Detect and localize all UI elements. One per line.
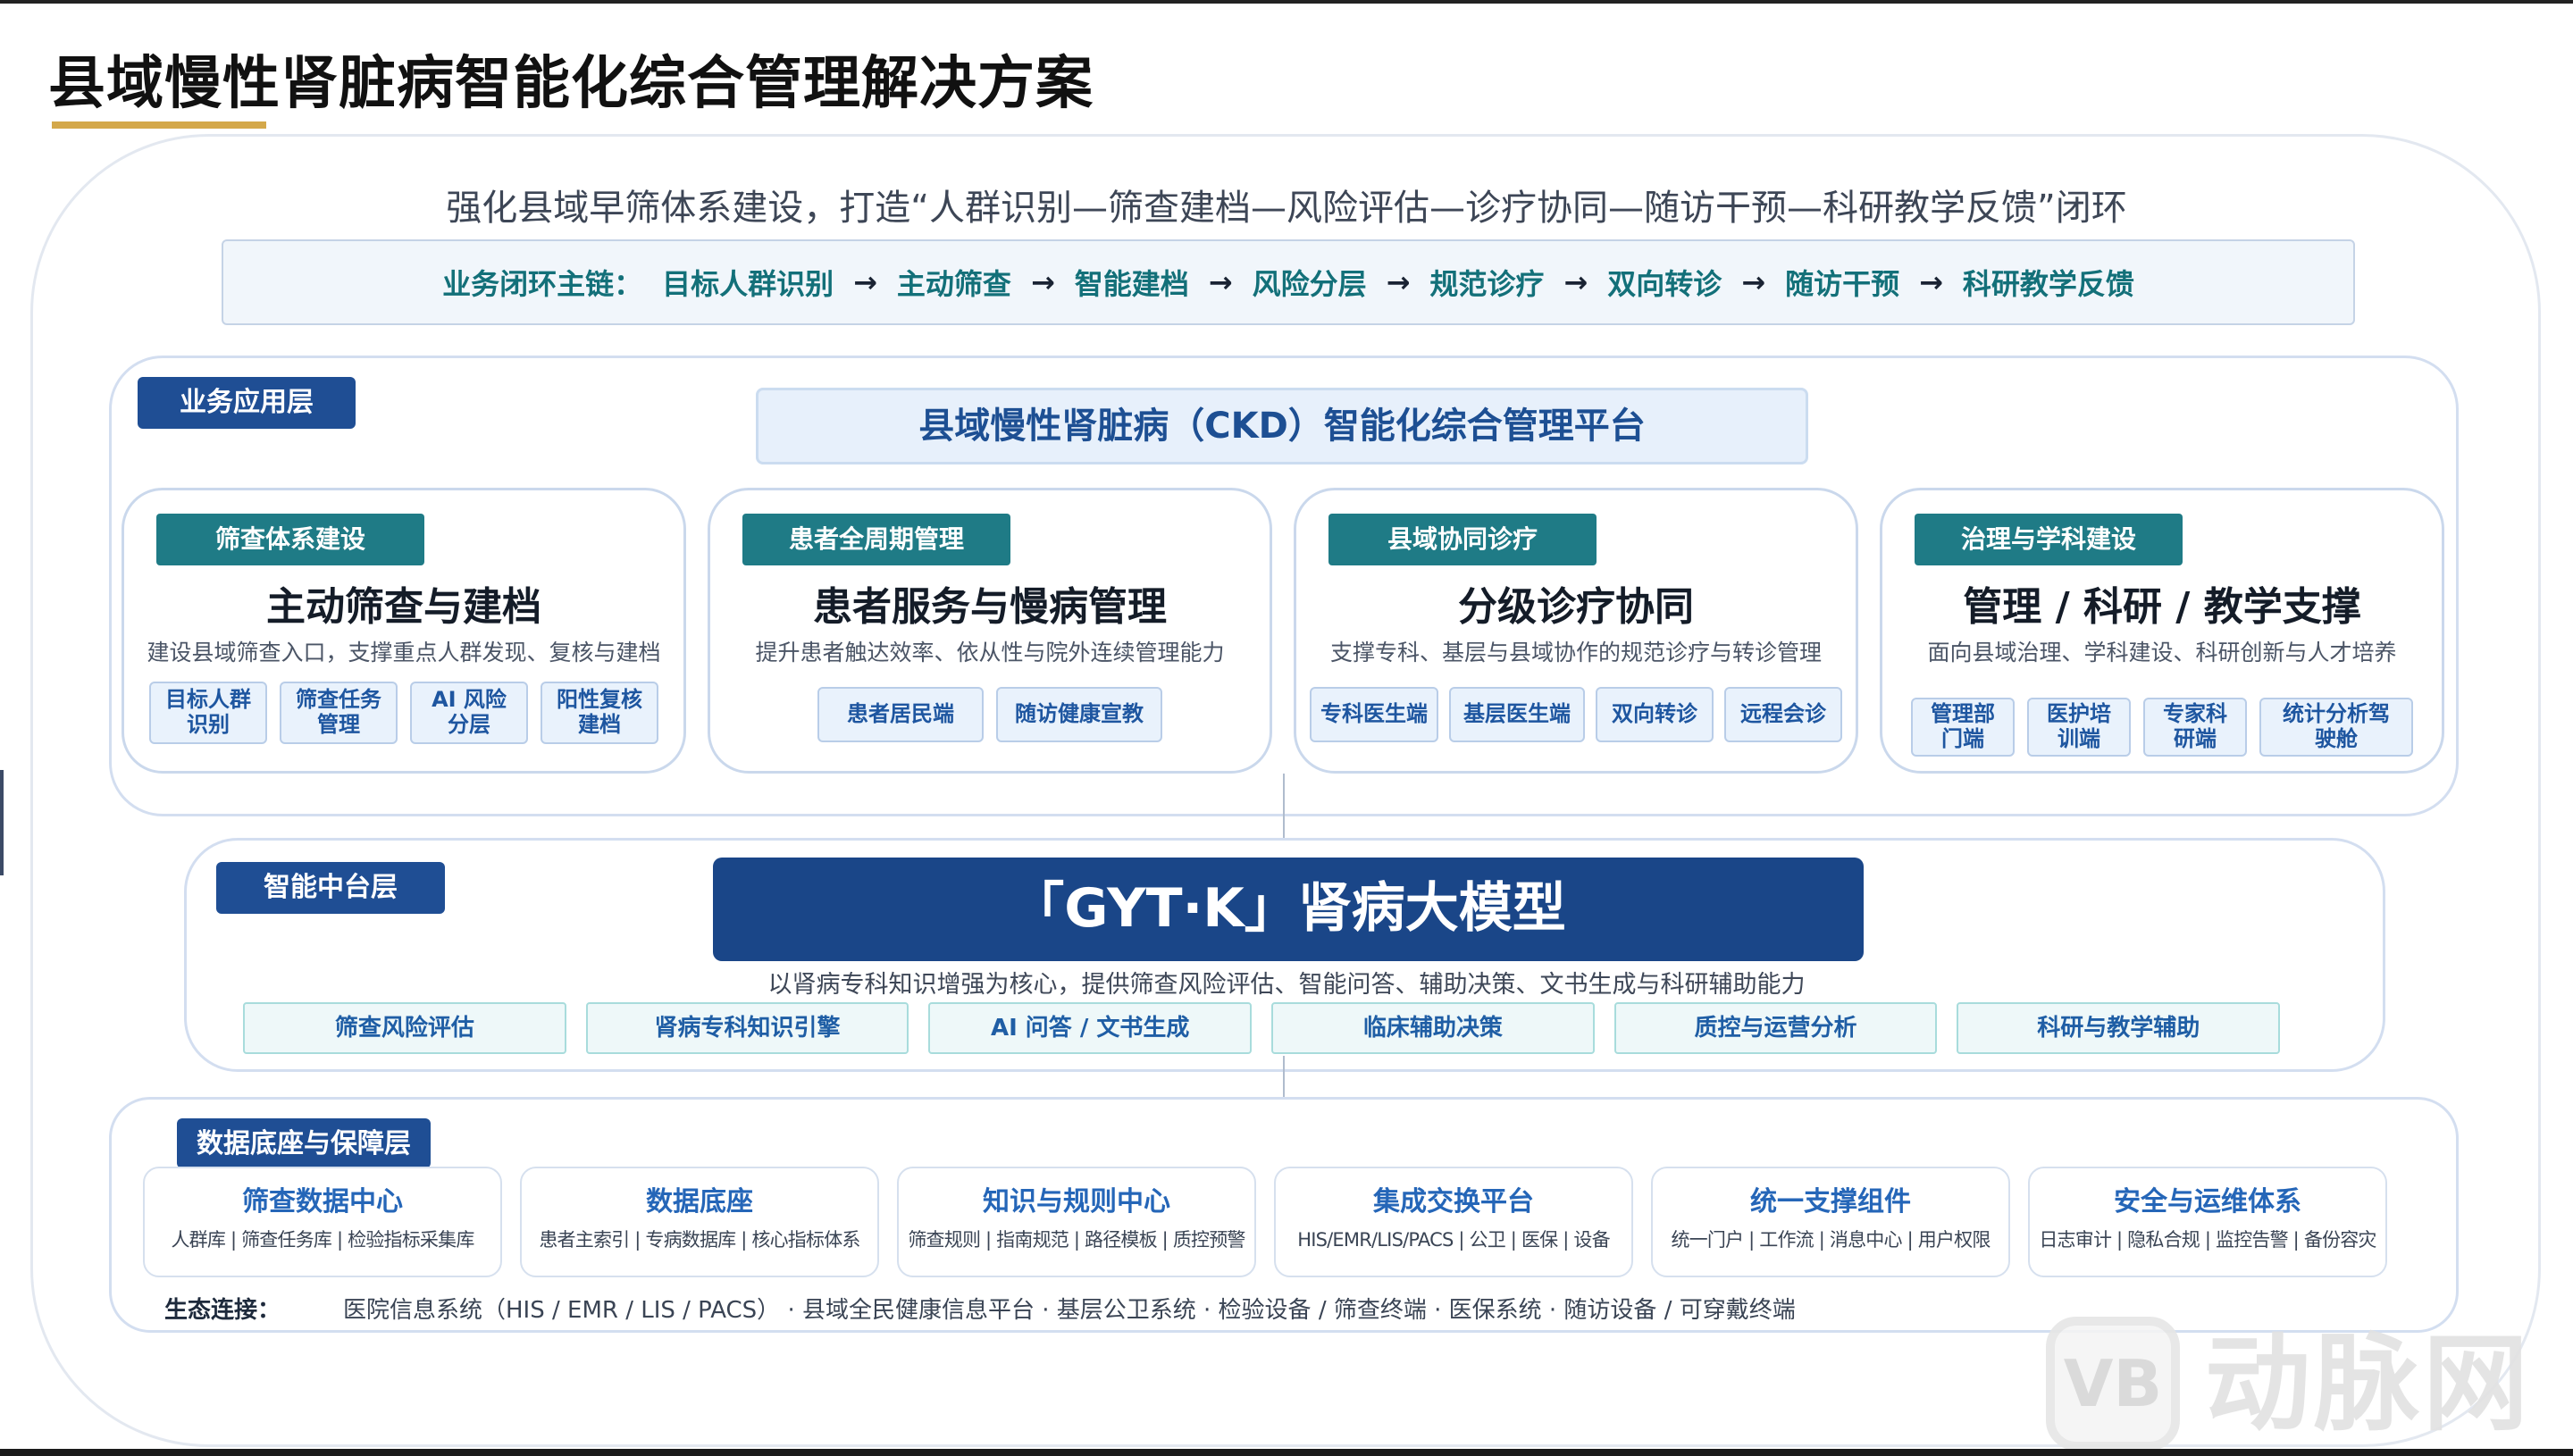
arrow-right-icon: →	[1741, 265, 1766, 299]
card-items: 患者居民端 随访健康宣教	[710, 687, 1270, 742]
card-screening: 筛查体系建设 主动筛查与建档 建设县域筛查入口，支撑重点人群发现、复核与建档 目…	[122, 488, 686, 774]
eco-text: 医院信息系统（HIS / EMR / LIS / PACS） · 县域全民健康信…	[343, 1297, 1796, 1324]
center-title: 安全与运维体系	[2114, 1186, 2301, 1218]
item-ai-risk: AI 风险 分层	[410, 682, 528, 744]
data-center-box: 知识与规则中心 筛查规则 | 指南规范 | 路径模板 | 质控预警	[897, 1167, 1256, 1277]
data-center-box: 数据底座 患者主索引 | 专病数据库 | 核心指标体系	[520, 1167, 879, 1277]
item-screening-task: 筛查任务 管理	[280, 682, 398, 744]
ai-layer-tag: 智能中台层	[216, 862, 445, 914]
card-desc: 提升患者触达效率、依从性与院外连续管理能力	[755, 640, 1225, 665]
watermark-logo-icon: VB	[2046, 1317, 2180, 1451]
chain-step: 规范诊疗	[1429, 267, 1545, 301]
center-title: 集成交换平台	[1373, 1186, 1534, 1218]
center-desc: HIS/EMR/LIS/PACS | 公卫 | 医保 | 设备	[1297, 1229, 1610, 1251]
card-badge: 患者全周期管理	[742, 514, 1010, 565]
center-title: 数据底座	[646, 1186, 753, 1218]
center-desc: 日志审计 | 隐私合规 | 监控告警 | 备份容灾	[2039, 1229, 2376, 1251]
business-chain-bar: 业务闭环主链： 目标人群识别 → 主动筛查 → 智能建档 → 风险分层 → 规范…	[222, 239, 2355, 325]
arrow-right-icon: →	[1919, 265, 1943, 299]
center-desc: 筛查规则 | 指南规范 | 路径模板 | 质控预警	[908, 1229, 1245, 1251]
platform-title: 县域慢性肾脏病（CKD）智能化综合管理平台	[756, 388, 1808, 464]
card-desc: 面向县域治理、学科建设、科研创新与人才培养	[1927, 640, 2397, 665]
chain-step: 目标人群识别	[662, 267, 834, 301]
center-desc: 人群库 | 筛查任务库 | 检验指标采集库	[171, 1229, 474, 1251]
capability-item: AI 问答 / 文书生成	[928, 1002, 1253, 1054]
title-underline	[52, 121, 266, 129]
connector-line	[1283, 1056, 1285, 1100]
card-title: 患者服务与慢病管理	[813, 584, 1167, 630]
arrow-right-icon: →	[1030, 265, 1055, 299]
item-admin-app: 管理部 门端	[1911, 698, 2015, 757]
card-tiered-care: 县域协同诊疗 分级诊疗协同 支撑专科、基层与县域协作的规范诊疗与转诊管理 专科医…	[1294, 488, 1858, 774]
data-center-box: 安全与运维体系 日志审计 | 隐私合规 | 监控告警 | 备份容灾	[2028, 1167, 2387, 1277]
chain-step: 主动筛查	[896, 267, 1011, 301]
page-subtitle: 强化县域早筛体系建设，打造“人群识别—筛查建档—风险评估—诊疗协同—随访干预—科…	[446, 188, 2127, 229]
center-desc: 患者主索引 | 专病数据库 | 核心指标体系	[539, 1229, 860, 1251]
top-rule	[0, 0, 2573, 4]
page-title: 县域慢性肾脏病智能化综合管理解决方案	[48, 51, 1094, 117]
card-governance-research: 治理与学科建设 管理 / 科研 / 教学支撑 面向县域治理、学科建设、科研创新与…	[1880, 488, 2444, 774]
card-title: 分级诊疗协同	[1458, 584, 1694, 630]
center-title: 筛查数据中心	[242, 1186, 403, 1218]
chain-label: 业务闭环主链：	[442, 267, 643, 301]
data-center-box: 统一支撑组件 统一门户 | 工作流 | 消息中心 | 用户权限	[1651, 1167, 2010, 1277]
item-research-app: 专家科 研端	[2143, 698, 2247, 757]
data-center-box: 筛查数据中心 人群库 | 筛查任务库 | 检验指标采集库	[143, 1167, 502, 1277]
arrow-right-icon: →	[1208, 265, 1233, 299]
item-remote-consult: 远程会诊	[1724, 687, 1842, 742]
center-desc: 统一门户 | 工作流 | 消息中心 | 用户权限	[1671, 1229, 1991, 1251]
center-title: 知识与规则中心	[983, 1186, 1170, 1218]
chain-step: 风险分层	[1252, 267, 1367, 301]
capability-item: 肾病专科知识引擎	[585, 1002, 909, 1054]
capability-item: 临床辅助决策	[1271, 1002, 1595, 1054]
capability-row: 筛查风险评估 肾病专科知识引擎 AI 问答 / 文书生成 临床辅助决策 质控与运…	[243, 1002, 2281, 1054]
model-desc: 以肾病专科知识增强为核心，提供筛查风险评估、智能问答、辅助决策、文书生成与科研辅…	[767, 971, 1806, 999]
capability-item: 质控与运营分析	[1613, 1002, 1938, 1054]
item-positive-review: 阳性复核 建档	[541, 682, 658, 744]
capability-item: 科研与教学辅助	[1957, 1002, 2281, 1054]
chain-step: 科研教学反馈	[1962, 267, 2134, 301]
capability-item: 筛查风险评估	[243, 1002, 566, 1054]
item-target-population: 目标人群 识别	[149, 682, 267, 744]
arrow-right-icon: →	[853, 265, 877, 299]
eco-label: 生态连接：	[164, 1297, 281, 1324]
item-primary-doctor-app: 基层医生端	[1449, 687, 1585, 742]
item-patient-app: 患者居民端	[817, 687, 984, 742]
chain-step: 随访干预	[1785, 267, 1900, 301]
card-badge: 县域协同诊疗	[1328, 514, 1597, 565]
model-title: 「GYT·K」肾病大模型	[713, 858, 1864, 961]
card-title: 管理 / 科研 / 教学支撑	[1963, 584, 2361, 630]
left-edge-marker	[0, 770, 4, 875]
card-badge: 筛查体系建设	[156, 514, 424, 565]
arrow-right-icon: →	[1563, 265, 1588, 299]
arrow-right-icon: →	[1386, 265, 1411, 299]
card-desc: 建设县域筛查入口，支撑重点人群发现、复核与建档	[147, 640, 661, 665]
watermark-text: 动脉网	[2205, 1322, 2533, 1445]
item-followup-education: 随访健康宣教	[996, 687, 1162, 742]
item-training-app: 医护培 训端	[2027, 698, 2131, 757]
card-desc: 支撑专科、基层与县域协作的规范诊疗与转诊管理	[1329, 640, 1822, 665]
card-badge: 治理与学科建设	[1915, 514, 2183, 565]
card-items: 专科医生端 基层医生端 双向转诊 远程会诊	[1296, 687, 1856, 742]
card-patient-management: 患者全周期管理 患者服务与慢病管理 提升患者触达效率、依从性与院外连续管理能力 …	[708, 488, 1272, 774]
bottom-rule	[0, 1449, 2573, 1456]
data-center-box: 集成交换平台 HIS/EMR/LIS/PACS | 公卫 | 医保 | 设备	[1274, 1167, 1633, 1277]
chain-step: 双向转诊	[1607, 267, 1722, 301]
item-analytics-cockpit: 统计分析驾 驶舱	[2259, 698, 2413, 757]
data-layer-tag: 数据底座与保障层	[177, 1118, 431, 1168]
data-centers-row: 筛查数据中心 人群库 | 筛查任务库 | 检验指标采集库 数据底座 患者主索引 …	[143, 1167, 2387, 1277]
chain-step: 智能建档	[1074, 267, 1189, 301]
card-items: 目标人群 识别 筛查任务 管理 AI 风险 分层 阳性复核 建档	[124, 682, 683, 744]
item-specialist-app: 专科医生端	[1310, 687, 1438, 742]
business-layer-tag: 业务应用层	[138, 377, 356, 429]
card-items: 管理部 门端 医护培 训端 专家科 研端 统计分析驾 驶舱	[1882, 698, 2442, 757]
center-title: 统一支撑组件	[1750, 1186, 1911, 1218]
card-title: 主动筛查与建档	[266, 584, 541, 630]
item-referral: 双向转诊	[1596, 687, 1714, 742]
watermark: VB 动脉网	[2046, 1317, 2564, 1451]
